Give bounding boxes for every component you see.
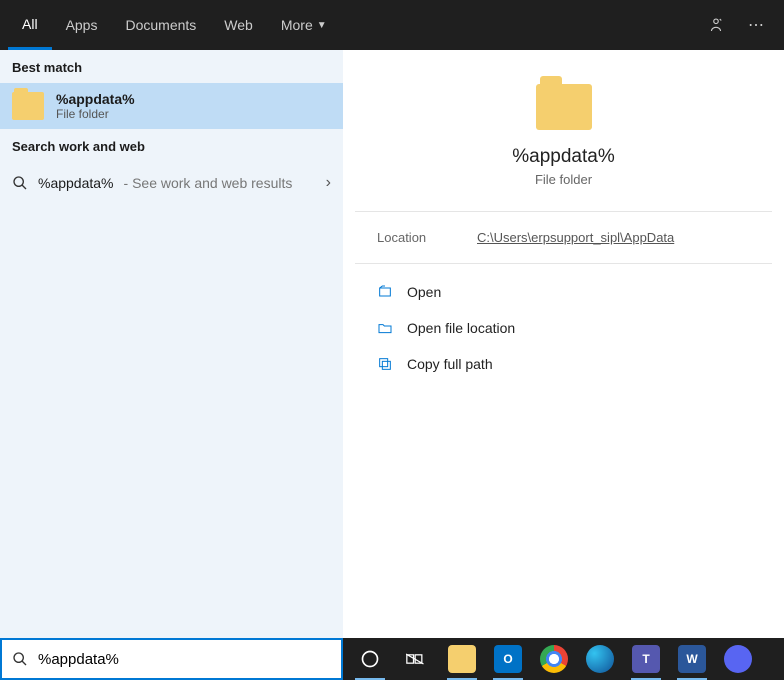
chevron-down-icon: ▼ [317, 20, 327, 31]
action-open-location[interactable]: Open file location [369, 310, 758, 346]
cortana-icon[interactable] [349, 638, 391, 680]
web-query: %appdata% [38, 175, 114, 191]
action-copy-path[interactable]: Copy full path [369, 346, 758, 382]
result-appdata-folder[interactable]: %appdata% File folder [0, 83, 343, 129]
web-hint: - See work and web results [124, 175, 293, 191]
tab-more[interactable]: More▼ [267, 0, 341, 50]
search-input[interactable] [38, 651, 331, 668]
tab-documents[interactable]: Documents [111, 0, 210, 50]
result-title: %appdata% [56, 91, 135, 107]
chevron-right-icon: › [326, 174, 331, 192]
preview-subtitle: File folder [355, 172, 772, 187]
location-label: Location [377, 230, 477, 245]
web-result-item[interactable]: %appdata% - See work and web results › [0, 162, 343, 204]
preview-title: %appdata% [355, 146, 772, 168]
file-explorer-icon[interactable] [441, 638, 483, 680]
tab-web[interactable]: Web [210, 0, 267, 50]
tab-all[interactable]: All [8, 0, 52, 50]
location-value[interactable]: C:\Users\erpsupport_sipl\AppData [477, 230, 674, 245]
search-tabs: All Apps Documents Web More▼ ⋯ [0, 0, 784, 50]
folder-icon [536, 84, 592, 130]
chrome-icon[interactable] [533, 638, 575, 680]
open-icon [377, 284, 393, 300]
word-icon[interactable]: W [671, 638, 713, 680]
edge-icon[interactable] [579, 638, 621, 680]
results-panel: Best match %appdata% File folder Search … [0, 50, 343, 638]
task-view-icon[interactable] [395, 638, 437, 680]
folder-icon [12, 92, 44, 120]
teams-icon[interactable]: T [625, 638, 667, 680]
copy-icon [377, 356, 393, 372]
feedback-icon[interactable] [696, 0, 736, 50]
folder-open-icon [377, 320, 393, 336]
tab-apps[interactable]: Apps [52, 0, 112, 50]
search-icon [12, 651, 28, 667]
outlook-icon[interactable]: O [487, 638, 529, 680]
result-subtitle: File folder [56, 107, 135, 121]
preview-panel: %appdata% File folder Location C:\Users\… [343, 50, 784, 638]
action-open[interactable]: Open [369, 274, 758, 310]
discord-icon[interactable] [717, 638, 759, 680]
section-search-web: Search work and web [0, 129, 343, 162]
more-options-icon[interactable]: ⋯ [736, 0, 776, 50]
taskbar: O T W [343, 638, 784, 680]
section-best-match: Best match [0, 50, 343, 83]
search-icon [12, 175, 28, 191]
search-box[interactable] [0, 638, 343, 680]
